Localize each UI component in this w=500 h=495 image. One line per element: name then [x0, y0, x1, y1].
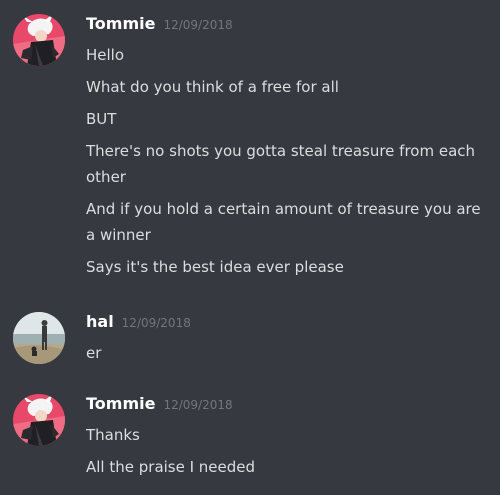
username[interactable]: hal: [86, 312, 114, 331]
message-text: BUT: [86, 110, 117, 128]
timestamp: 12/09/2018: [163, 18, 233, 32]
message-body: Hello What do you think of a free for al…: [86, 42, 486, 286]
message-text: Hello: [86, 46, 125, 64]
chat-messages: Tommie 12/09/2018 Hello What do you think…: [0, 0, 500, 495]
message-text: All the praise I needed: [86, 458, 256, 476]
message-text: Thanks: [86, 426, 140, 444]
message-group: Tommie 12/09/2018 Thanks All the praise I…: [0, 394, 500, 489]
avatar[interactable]: [13, 312, 65, 364]
message-group: Tommie 12/09/2018 Hello What do you think…: [0, 14, 500, 284]
anime-character-avatar-icon: [13, 394, 65, 446]
message-body: er: [86, 340, 486, 372]
timestamp: 12/09/2018: [163, 398, 233, 412]
username[interactable]: Tommie: [86, 394, 155, 413]
message-header: Tommie 12/09/2018: [86, 14, 233, 38]
timestamp: 12/09/2018: [121, 316, 191, 330]
message-group: hal 12/09/2018 er: [0, 312, 500, 372]
anime-character-avatar-icon: [13, 14, 65, 66]
avatar[interactable]: [13, 394, 65, 446]
message-text: er: [86, 344, 102, 362]
message-text: Says it's the best idea ever please: [86, 258, 344, 276]
message-text: And if you hold a certain amount of trea…: [86, 200, 481, 244]
beach-photo-avatar-icon: [13, 312, 65, 364]
message-header: Tommie 12/09/2018: [86, 394, 233, 418]
message-text: What do you think of a free for all: [86, 78, 339, 96]
message-header: hal 12/09/2018: [86, 312, 191, 336]
avatar[interactable]: [13, 14, 65, 66]
message-text: There's no shots you gotta steal treasur…: [86, 142, 476, 186]
username[interactable]: Tommie: [86, 14, 155, 33]
message-body: Thanks All the praise I needed: [86, 422, 486, 486]
